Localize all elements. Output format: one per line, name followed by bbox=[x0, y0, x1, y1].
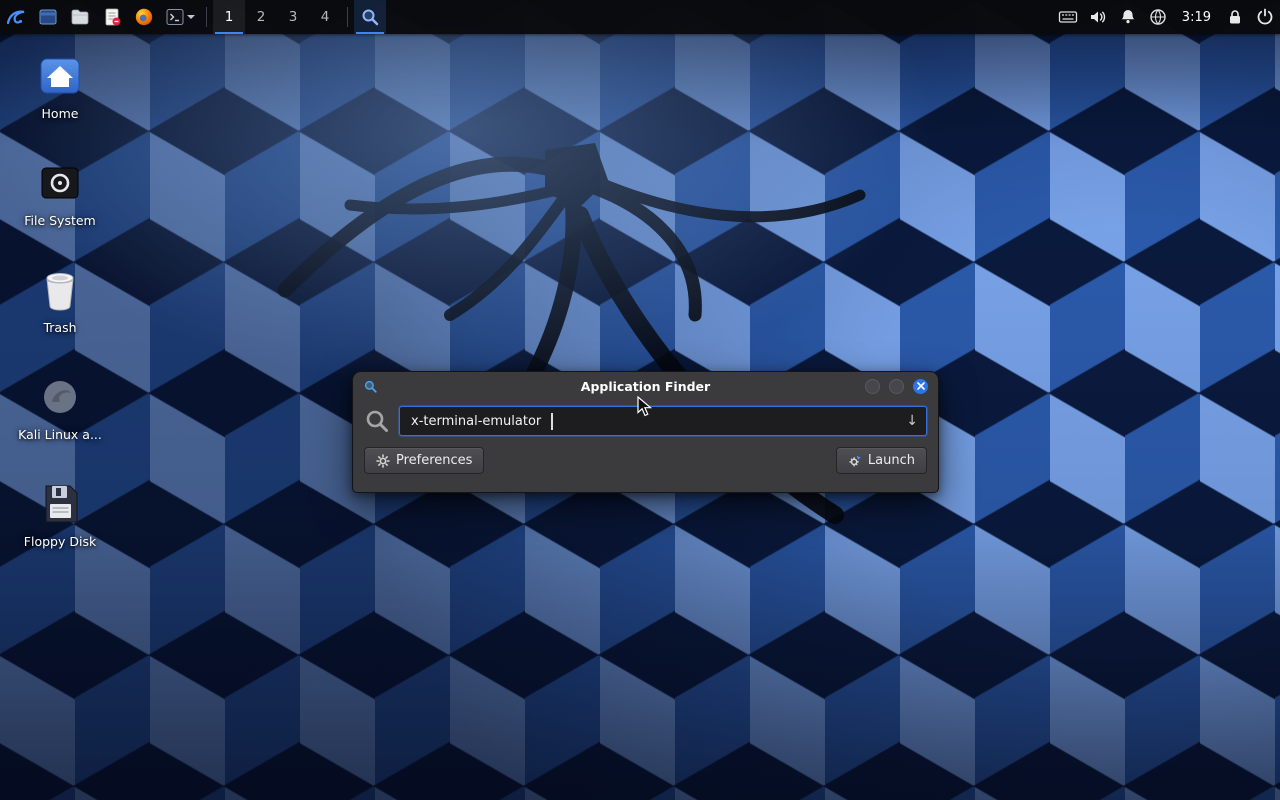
dialog-title: Application Finder bbox=[353, 379, 938, 394]
folder-launcher[interactable] bbox=[64, 0, 96, 34]
panel-left: 1 2 3 4 bbox=[0, 0, 386, 34]
network-icon bbox=[1148, 7, 1168, 27]
home-folder-icon bbox=[36, 52, 84, 100]
network-button[interactable] bbox=[1143, 0, 1173, 34]
workspace-button-4[interactable]: 4 bbox=[309, 0, 341, 34]
file-manager-icon bbox=[38, 7, 58, 27]
chevron-down-icon bbox=[187, 15, 195, 23]
desktop: 1 2 3 4 bbox=[0, 0, 1280, 800]
arrow-down-icon[interactable]: ↓ bbox=[906, 414, 918, 428]
desktop-icon-floppy-disk[interactable]: Floppy Disk bbox=[8, 480, 112, 550]
firefox-icon bbox=[134, 7, 154, 27]
preferences-button[interactable]: Preferences bbox=[364, 447, 484, 474]
trash-icon bbox=[36, 266, 84, 314]
desktop-icon-file-system[interactable]: File System bbox=[8, 159, 112, 229]
terminal-icon bbox=[165, 7, 185, 27]
notifications-bell-icon bbox=[1118, 7, 1138, 27]
application-finder-icon bbox=[360, 7, 380, 27]
close-icon bbox=[917, 382, 925, 390]
panel-separator bbox=[347, 7, 348, 27]
notifications-button[interactable] bbox=[1113, 0, 1143, 34]
file-manager-launcher[interactable] bbox=[32, 0, 64, 34]
application-finder-window: Application Finder x-terminal-emulat bbox=[352, 371, 939, 493]
desktop-icon-label: Floppy Disk bbox=[24, 534, 96, 549]
launch-icon bbox=[848, 454, 862, 468]
search-input[interactable]: x-terminal-emulator ↓ bbox=[399, 406, 927, 436]
log-out-icon bbox=[1255, 7, 1275, 27]
top-panel: 1 2 3 4 bbox=[0, 0, 1280, 34]
desktop-icon-home[interactable]: Home bbox=[8, 52, 112, 122]
terminal-launcher[interactable] bbox=[160, 0, 200, 34]
floppy-disk-icon bbox=[36, 480, 84, 528]
keyboard-icon bbox=[1058, 7, 1078, 27]
file-system-icon bbox=[36, 159, 84, 207]
workspace-button-2[interactable]: 2 bbox=[245, 0, 277, 34]
lock-screen-button[interactable] bbox=[1220, 0, 1250, 34]
folder-icon bbox=[70, 7, 90, 27]
panel-separator bbox=[206, 7, 207, 27]
firefox-launcher[interactable] bbox=[128, 0, 160, 34]
launch-label: Launch bbox=[868, 453, 915, 468]
desktop-icon-label: Kali Linux a... bbox=[18, 427, 102, 442]
workspace-button-1[interactable]: 1 bbox=[213, 0, 245, 34]
text-caret bbox=[551, 413, 553, 430]
kali-menu-icon bbox=[5, 6, 27, 28]
launch-button[interactable]: Launch bbox=[836, 447, 927, 474]
desktop-icon-kali-docs[interactable]: Kali Linux a... bbox=[8, 373, 112, 443]
search-icon bbox=[364, 408, 390, 434]
dialog-button-row: Preferences Launch bbox=[353, 447, 938, 474]
desktop-icon-label: File System bbox=[24, 213, 96, 228]
keyboard-indicator-button[interactable] bbox=[1053, 0, 1083, 34]
application-finder-icon bbox=[363, 379, 378, 394]
kali-menu-button[interactable] bbox=[0, 0, 32, 34]
volume-button[interactable] bbox=[1083, 0, 1113, 34]
workspace-button-3[interactable]: 3 bbox=[277, 0, 309, 34]
search-row: x-terminal-emulator ↓ bbox=[353, 406, 938, 436]
kali-docs-icon bbox=[36, 373, 84, 421]
text-editor-launcher[interactable] bbox=[96, 0, 128, 34]
gear-icon bbox=[376, 454, 390, 468]
close-button[interactable] bbox=[913, 379, 928, 394]
panel-right: 3:19 bbox=[1053, 0, 1280, 34]
maximize-button[interactable] bbox=[889, 379, 904, 394]
minimize-button[interactable] bbox=[865, 379, 880, 394]
search-input-value: x-terminal-emulator bbox=[411, 414, 541, 429]
volume-icon bbox=[1088, 7, 1108, 27]
taskbar-application-finder-button[interactable] bbox=[354, 0, 386, 34]
desktop-icon-label: Trash bbox=[43, 320, 76, 335]
dialog-titlebar[interactable]: Application Finder bbox=[353, 372, 938, 400]
window-controls bbox=[865, 379, 928, 394]
desktop-icon-trash[interactable]: Trash bbox=[8, 266, 112, 336]
desktop-icon-label: Home bbox=[42, 106, 79, 121]
lock-icon bbox=[1225, 7, 1245, 27]
log-out-button[interactable] bbox=[1250, 0, 1280, 34]
desktop-icon-column: Home File System Trash bbox=[8, 52, 112, 550]
clock[interactable]: 3:19 bbox=[1173, 0, 1220, 34]
text-editor-icon bbox=[102, 7, 122, 27]
preferences-label: Preferences bbox=[396, 453, 472, 468]
